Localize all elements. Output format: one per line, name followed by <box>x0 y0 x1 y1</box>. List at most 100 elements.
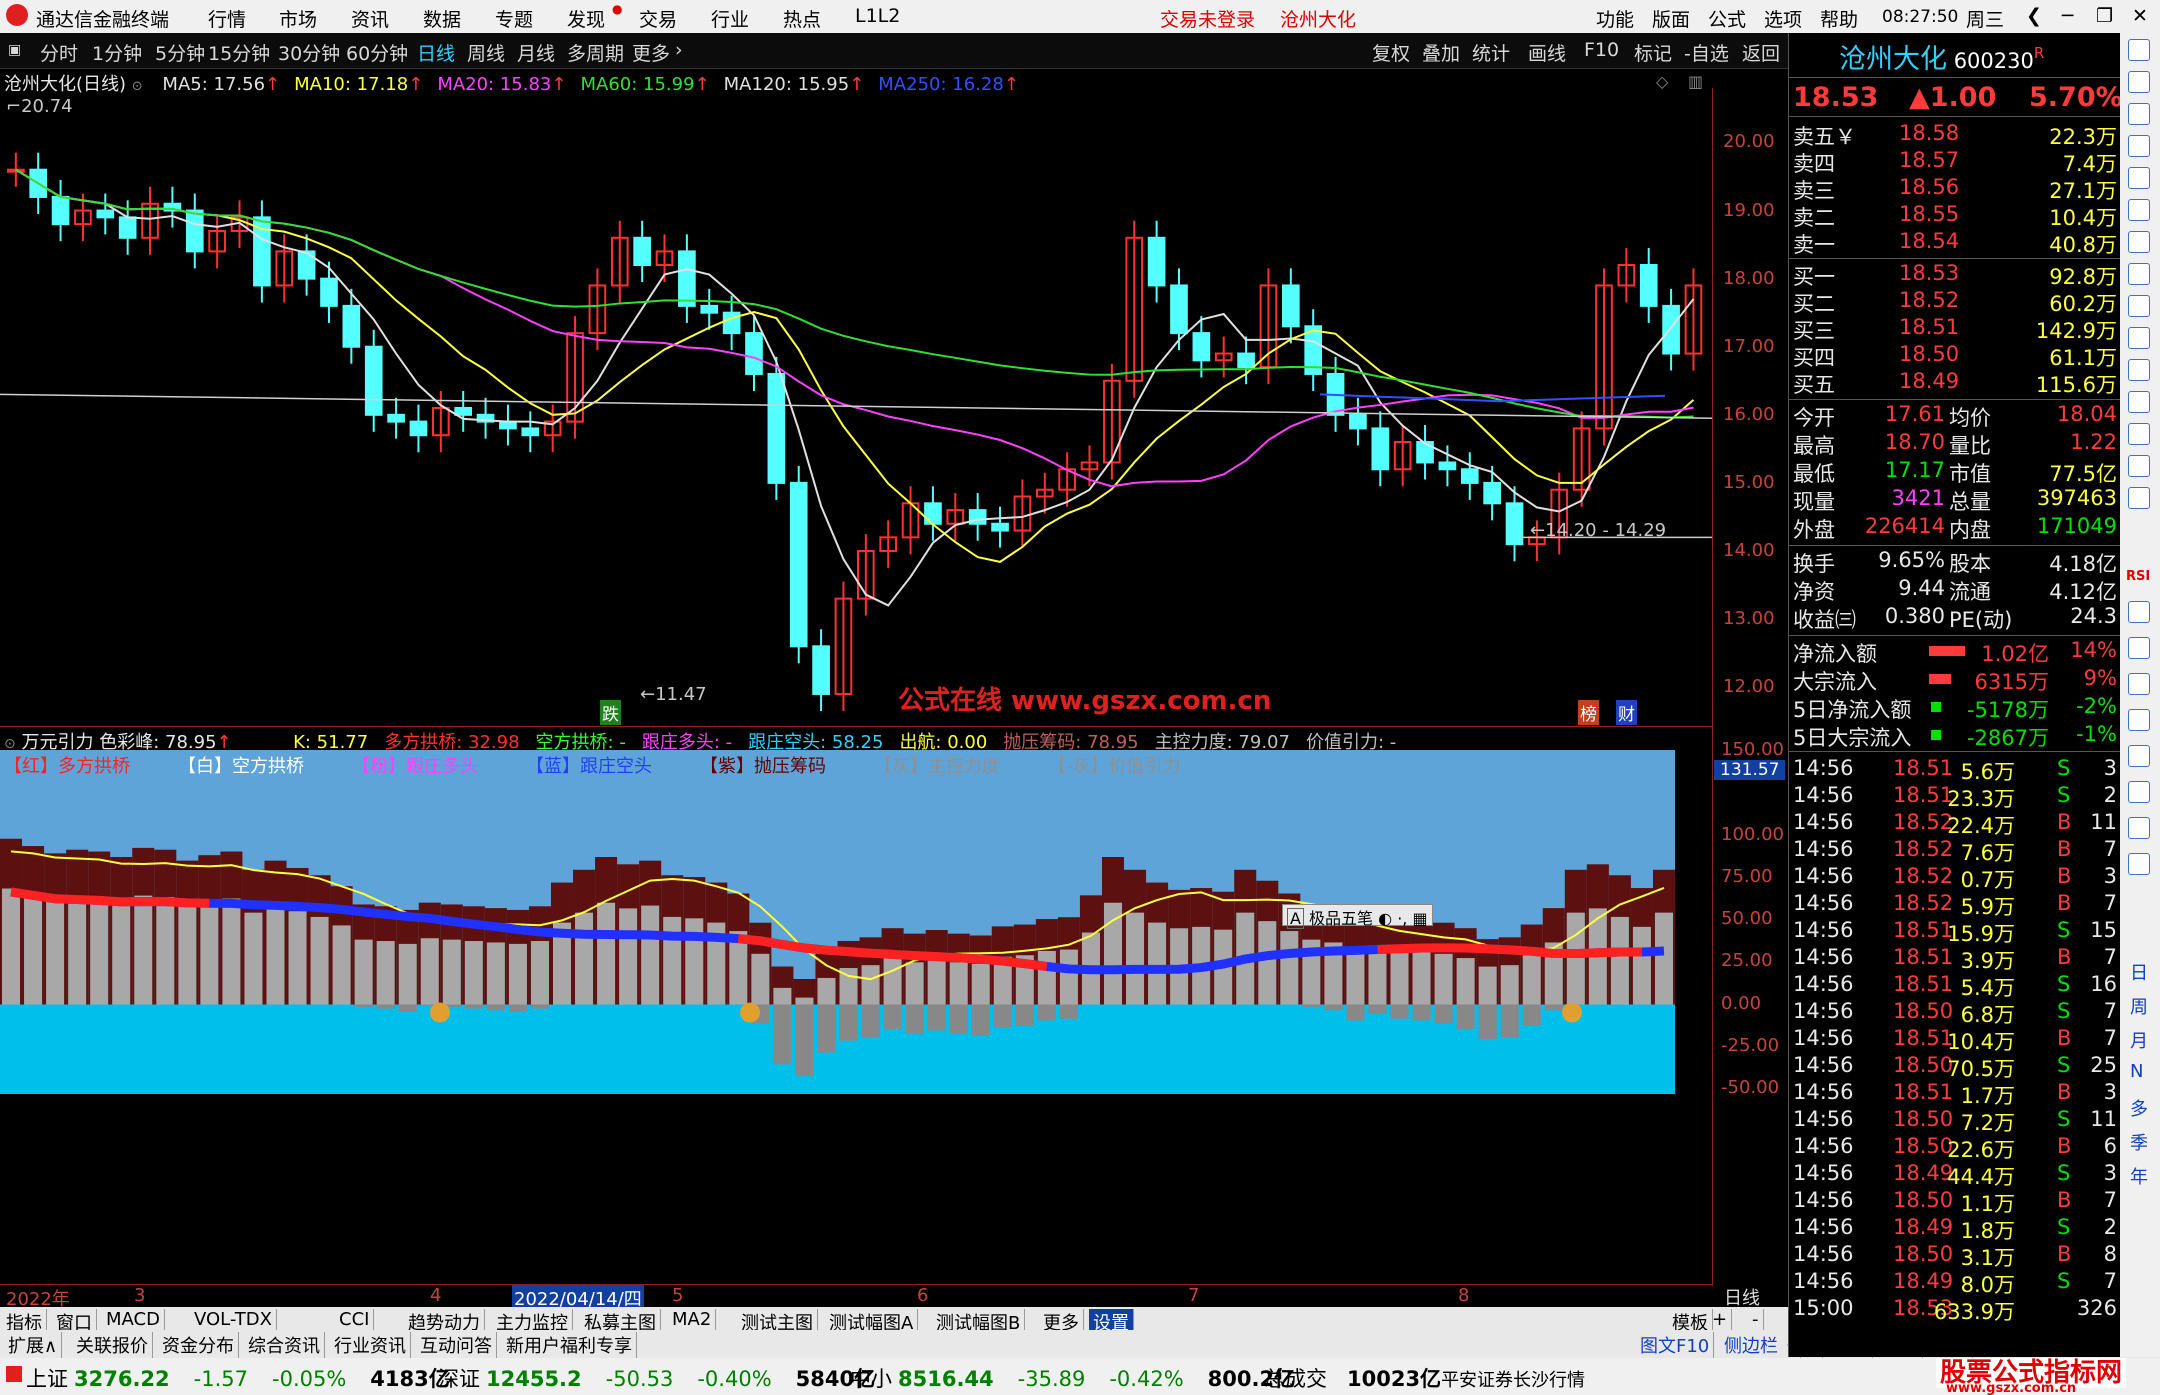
ime-a-icon[interactable]: A <box>1287 908 1304 929</box>
side-period-3[interactable]: N <box>2130 1061 2143 1082</box>
period-9[interactable]: 多周期 <box>567 39 624 66</box>
num30-icon[interactable] <box>2128 817 2150 839</box>
toolbar-tongji[interactable]: 统计 <box>1472 39 1510 66</box>
period-1[interactable]: 1分钟 <box>92 39 142 66</box>
right-menu-1[interactable]: 版面 <box>1652 5 1690 32</box>
info-icon[interactable] <box>2128 135 2150 157</box>
book-row[interactable]: 5日净流入额 -5178万 -2% <box>1789 694 2121 722</box>
side-period-1[interactable]: 周 <box>2130 993 2148 1019</box>
tick-row[interactable]: 14:56 18.51 5.6万 S 3 <box>1789 756 2121 784</box>
num7-icon[interactable] <box>2128 745 2150 767</box>
index-1[interactable]: 深证 12455.2 -50.53 -0.40% 5840亿 <box>438 1363 875 1393</box>
book-row[interactable]: 卖四 18.57 7.4万 <box>1789 148 2121 176</box>
tick-row[interactable]: 14:56 18.51 3.9万 B 7 <box>1789 945 2121 973</box>
chart-type-icon[interactable]: ▣ <box>8 42 21 58</box>
menu-item-6[interactable]: 交易 <box>639 5 677 32</box>
cai-badge[interactable]: 财 <box>1616 700 1637 725</box>
side-period-5[interactable]: 季 <box>2130 1129 2148 1155</box>
tick-row[interactable]: 14:56 18.49 44.4万 S 3 <box>1789 1161 2121 1189</box>
login-status[interactable]: 交易未登录 <box>1160 5 1255 32</box>
period-4[interactable]: 30分钟 <box>278 39 340 66</box>
tick-row[interactable]: 14:56 18.49 8.0万 S 7 <box>1789 1269 2121 1297</box>
ime-punct-icon[interactable]: ·, <box>1397 909 1407 928</box>
side-period-4[interactable]: 多 <box>2130 1095 2148 1121</box>
rsi-icon[interactable]: RSI <box>2126 569 2150 584</box>
table-icon[interactable] <box>2128 167 2150 189</box>
side-period-6[interactable]: 年 <box>2130 1163 2148 1189</box>
book-row[interactable]: 最高 18.70 量比 1.22 <box>1789 430 2121 458</box>
bang-badge[interactable]: 榜 <box>1578 700 1599 725</box>
tick-row[interactable]: 14:56 18.50 3.1万 B 8 <box>1789 1242 2121 1270</box>
bar-chart-icon[interactable] <box>2128 231 2150 253</box>
status-tab-2[interactable]: 资金分布 <box>158 1332 239 1358</box>
tick-row[interactable]: 15:00 18.53 633.9万 326 <box>1789 1296 2121 1324</box>
menu-item-1[interactable]: 市场 <box>279 5 317 32</box>
back-icon[interactable]: ❮ <box>2026 5 2042 27</box>
right-menu-3[interactable]: 选项 <box>1764 5 1802 32</box>
trend-icon[interactable] <box>2128 199 2150 221</box>
book-row[interactable]: 外盘 226414 内盘 171049 <box>1789 514 2121 542</box>
tick-row[interactable]: 14:56 18.51 23.3万 S 2 <box>1789 783 2121 811</box>
period-5[interactable]: 60分钟 <box>346 39 408 66</box>
down-arrow-icon[interactable] <box>2128 103 2150 125</box>
tick-row[interactable]: 14:56 18.52 7.6万 B 7 <box>1789 837 2121 865</box>
tick-row[interactable]: 14:56 18.50 1.1万 B 7 <box>1789 1188 2121 1216</box>
menu-item-5[interactable]: 发现 <box>567 5 605 32</box>
tick-row[interactable]: 14:56 18.52 22.4万 B 11 <box>1789 810 2121 838</box>
side-period-2[interactable]: 月 <box>2130 1027 2148 1053</box>
list-icon[interactable] <box>2128 263 2150 285</box>
tick-row[interactable]: 14:56 18.50 6.8万 S 7 <box>1789 999 2121 1027</box>
toolbar-diejia[interactable]: 叠加 <box>1422 39 1460 66</box>
toolbar-fuquan[interactable]: 复权 <box>1372 39 1410 66</box>
fs-icon[interactable] <box>2128 673 2150 695</box>
menu-item-4[interactable]: 专题 <box>495 5 533 32</box>
menu-item-3[interactable]: 数据 <box>423 5 461 32</box>
right-menu-0[interactable]: 功能 <box>1596 5 1634 32</box>
up-arrow-icon[interactable] <box>2128 71 2150 93</box>
book-row[interactable]: 买二 18.52 60.2万 <box>1789 288 2121 316</box>
right-menu-2[interactable]: 公式 <box>1708 5 1746 32</box>
menu-item-0[interactable]: 行情 <box>208 5 246 32</box>
book-row[interactable]: 买四 18.50 61.1万 <box>1789 342 2121 370</box>
tick-row[interactable]: 14:56 18.52 0.7万 B 3 <box>1789 864 2121 892</box>
book-row[interactable]: 收益㈢ 0.380 PE(动) 24.3 <box>1789 604 2121 632</box>
period-6[interactable]: 日线 <box>417 39 455 66</box>
tick-row[interactable]: 14:56 18.52 5.9万 B 7 <box>1789 891 2121 919</box>
book-row[interactable]: 净资 9.44 流通 4.12亿 <box>1789 576 2121 604</box>
ime-keyboard-icon[interactable]: ▦ <box>1412 909 1427 928</box>
menu-item-9[interactable]: L1L2 <box>855 5 900 27</box>
toolbar-biaoji[interactable]: 标记 <box>1634 39 1672 66</box>
right-menu-4[interactable]: 帮助 <box>1820 5 1858 32</box>
tuwen-f10[interactable]: 图文F10 <box>1636 1332 1715 1358</box>
template-control-1[interactable]: + <box>1708 1309 1733 1330</box>
restore-icon[interactable]: ❐ <box>2096 5 2113 27</box>
toolbar-f10[interactable]: F10 <box>1584 39 1619 61</box>
book-row[interactable]: 买一 18.53 92.8万 <box>1789 261 2121 289</box>
status-tab-0[interactable]: 扩展∧ <box>4 1332 63 1358</box>
book-row[interactable]: 现量 3421 总量 397463 <box>1789 486 2121 514</box>
book-row[interactable]: 卖二 18.55 10.4万 <box>1789 202 2121 230</box>
tick-row[interactable]: 14:56 18.50 7.2万 S 11 <box>1789 1107 2121 1135</box>
indicator-tab-2[interactable]: MACD <box>102 1309 165 1330</box>
book-row[interactable]: 今开 17.61 均价 18.04 <box>1789 402 2121 430</box>
nav-left-icon[interactable] <box>2128 39 2150 61</box>
indicator-tab-3[interactable]: VOL-TDX <box>190 1309 277 1330</box>
wave-icon[interactable] <box>2128 487 2150 509</box>
close-icon[interactable]: ✕ <box>2132 5 2148 27</box>
status-tab-5[interactable]: 互动问答 <box>416 1332 497 1358</box>
book-row[interactable]: 买三 18.51 142.9万 <box>1789 315 2121 343</box>
status-tab-6[interactable]: 新用户福利专享 <box>502 1332 637 1358</box>
book-row[interactable]: 买五 18.49 115.6万 <box>1789 369 2121 397</box>
template-control-2[interactable]: - <box>1748 1309 1764 1330</box>
indicator-tab-4[interactable]: CCI <box>335 1309 375 1330</box>
toolbar-huaxian[interactable]: 画线 <box>1528 39 1566 66</box>
status-tab-1[interactable]: 关联报价 <box>72 1332 153 1358</box>
toolbar-zixuan[interactable]: -自选 <box>1684 39 1729 66</box>
period-8[interactable]: 月线 <box>517 39 555 66</box>
book-row[interactable]: 换手 9.65% 股本 4.18亿 <box>1789 548 2121 576</box>
book-row[interactable]: 5日大宗流入 -2867万 -1% <box>1789 722 2121 750</box>
ime-moon-icon[interactable]: ◐ <box>1378 909 1392 928</box>
target-icon[interactable] <box>2128 423 2150 445</box>
period-2[interactable]: 5分钟 <box>155 39 205 66</box>
book-row[interactable]: 卖一 18.54 40.8万 <box>1789 229 2121 257</box>
